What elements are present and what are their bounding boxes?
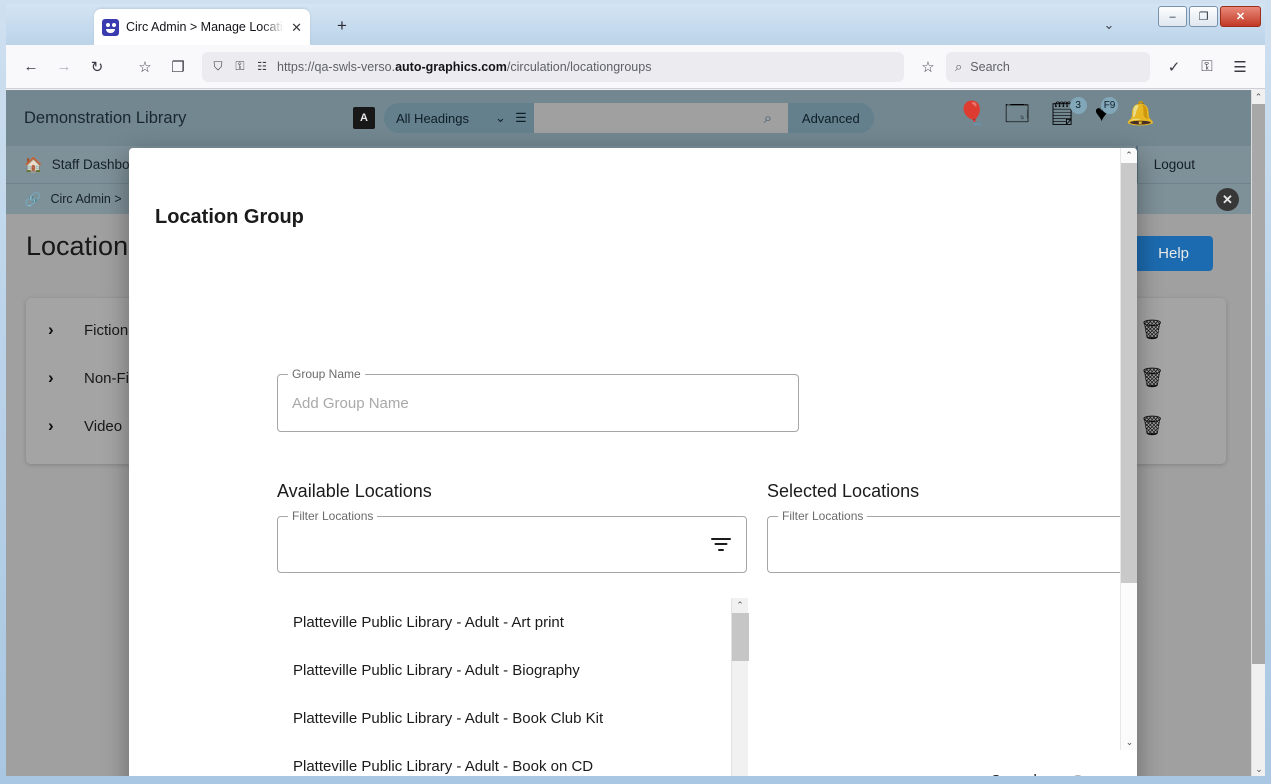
browser-tab[interactable]: Circ Admin > Manage Location ✕ bbox=[94, 9, 310, 45]
search-scope-select[interactable]: All Headings ⌄ bbox=[384, 103, 518, 133]
url-text: https://qa-swls-verso.auto-graphics.com/… bbox=[277, 59, 652, 74]
reload-icon[interactable]: ↻ bbox=[82, 52, 112, 82]
dialog-scrollbar[interactable]: ⌃ ⌄ bbox=[1120, 148, 1137, 750]
back-icon[interactable]: ← bbox=[16, 52, 46, 82]
my-lists-icon[interactable]: 🗒 3 bbox=[1048, 97, 1087, 125]
favorites-icon[interactable]: ♥ F9 bbox=[1095, 97, 1119, 125]
tab-close-icon[interactable]: ✕ bbox=[291, 21, 302, 34]
browser-window: Circ Admin > Manage Location ✕ + ⌄ – ❐ ✕… bbox=[6, 4, 1265, 776]
dialog-footer: Cancel Save bbox=[129, 750, 1137, 777]
available-filter-input[interactable] bbox=[278, 517, 746, 572]
web-content: Demonstration Library A All Headings ⌄ ☰… bbox=[6, 90, 1265, 776]
list-item[interactable]: Platteville Public Library - Adult - Boo… bbox=[277, 694, 749, 742]
group-label: Video bbox=[84, 417, 123, 435]
shield-icon[interactable]: ⛉ bbox=[210, 59, 226, 75]
window-close-button[interactable]: ✕ bbox=[1220, 6, 1261, 27]
browser-search-box[interactable]: ⌕ Search bbox=[946, 51, 1150, 82]
balloon-icon[interactable]: 🎈 bbox=[958, 102, 987, 125]
selected-filter-input[interactable] bbox=[768, 517, 1137, 572]
advanced-search-button[interactable]: Advanced bbox=[787, 103, 874, 133]
favicon-icon bbox=[102, 18, 119, 36]
scroll-up-icon[interactable]: ⌃ bbox=[732, 598, 748, 613]
list-item[interactable]: Platteville Public Library - Adult - Bio… bbox=[277, 646, 749, 694]
location-group-dialog: Location Group Group Name Available Loca… bbox=[129, 148, 1137, 776]
modal-scroll-area: Location Group Group Name Available Loca… bbox=[129, 148, 1137, 776]
tab-list-chevron-down-icon[interactable]: ⌄ bbox=[1098, 17, 1120, 37]
breadcrumb-circ-admin[interactable]: Circ Admin > bbox=[50, 192, 121, 206]
app-header: Demonstration Library A All Headings ⌄ ☰… bbox=[6, 90, 1251, 146]
link-icon: 🔗 bbox=[24, 190, 42, 207]
favorites-badge: F9 bbox=[1100, 97, 1119, 114]
filter-list-icon[interactable] bbox=[710, 537, 732, 552]
my-lists-badge: 3 bbox=[1069, 97, 1087, 114]
search-submit-icon[interactable]: ⌕ bbox=[747, 103, 788, 133]
header-icon-group: 🎈 🗔 🗒 3 ♥ F9 🔔 bbox=[958, 97, 1155, 125]
dialog-scroll-thumb[interactable] bbox=[1121, 163, 1137, 583]
expand-chevron-icon[interactable]: › bbox=[48, 320, 84, 340]
url-bar[interactable]: ⛉ ⚿ ☷ https://qa-swls-verso.auto-graphic… bbox=[202, 51, 904, 82]
page-scrollbar[interactable]: ⌃ ⌄ bbox=[1251, 90, 1265, 776]
forward-icon[interactable]: → bbox=[49, 52, 79, 82]
window-minimize-button[interactable]: – bbox=[1158, 6, 1187, 27]
group-name-field[interactable]: Group Name bbox=[277, 367, 799, 432]
pocket-icon[interactable]: ✓ bbox=[1159, 52, 1189, 82]
selected-filter-field[interactable]: Filter Locations bbox=[767, 509, 1137, 573]
window-maximize-button[interactable]: ❐ bbox=[1189, 6, 1218, 27]
delete-icon[interactable]: 🗑 bbox=[1140, 366, 1164, 390]
translate-icon[interactable]: A bbox=[353, 107, 375, 129]
dialog-title: Location Group bbox=[155, 206, 304, 228]
url-bookmark-icon[interactable]: ☆ bbox=[913, 52, 943, 82]
search-box-group: All Headings ⌄ ☰ ⌕ Advanced bbox=[384, 103, 874, 133]
new-tab-button[interactable]: + bbox=[331, 16, 353, 38]
search-inside-icon[interactable]: 🗔 bbox=[1005, 102, 1030, 125]
bookmark-star-icon[interactable]: ☆ bbox=[130, 52, 160, 82]
browser-toolbar: ← → ↻ ☆ ❐ ⛉ ⚿ ☷ https://qa-swls-verso.au… bbox=[6, 45, 1265, 89]
lock-icon[interactable]: ⚿ bbox=[233, 59, 247, 75]
app-menu-icon[interactable]: ☰ bbox=[1225, 52, 1255, 82]
available-filter-field[interactable]: Filter Locations bbox=[277, 509, 747, 573]
available-locations-title: Available Locations bbox=[277, 481, 432, 501]
delete-icon[interactable]: 🗑 bbox=[1140, 414, 1164, 438]
logout-link[interactable]: Logout bbox=[1154, 157, 1195, 172]
library-name: Demonstration Library bbox=[24, 108, 187, 127]
delete-icon[interactable]: 🗑 bbox=[1140, 318, 1164, 342]
search-icon: ⌕ bbox=[955, 58, 963, 74]
catalog-search-input[interactable] bbox=[533, 103, 748, 133]
database-icon[interactable]: ☰ bbox=[515, 110, 534, 126]
search-scope-value: All Headings bbox=[396, 110, 469, 126]
help-button[interactable]: Help bbox=[1134, 236, 1213, 271]
notifications-icon[interactable]: 🔔 bbox=[1126, 102, 1155, 125]
close-icon[interactable]: ✕ bbox=[1216, 188, 1239, 211]
tab-strip: Circ Admin > Manage Location ✕ + ⌄ – ❐ ✕ bbox=[6, 4, 1265, 45]
catalog-search-bar: A All Headings ⌄ ☰ ⌕ Advanced bbox=[353, 103, 874, 133]
available-list-scroll-thumb[interactable] bbox=[732, 613, 749, 661]
group-label: Non-Fi bbox=[84, 369, 130, 387]
logout-wrapper: Logout bbox=[1135, 146, 1195, 183]
window-frame: Circ Admin > Manage Location ✕ + ⌄ – ❐ ✕… bbox=[0, 0, 1271, 784]
group-label: Fiction bbox=[84, 321, 129, 339]
scroll-down-icon[interactable]: ⌄ bbox=[1121, 735, 1137, 750]
scroll-down-icon[interactable]: ⌄ bbox=[1252, 762, 1265, 776]
expand-chevron-icon[interactable]: › bbox=[48, 416, 84, 436]
list-item[interactable]: Platteville Public Library - Adult - Art… bbox=[277, 598, 749, 646]
selected-locations-title: Selected Locations bbox=[767, 481, 920, 501]
scroll-up-icon[interactable]: ⌃ bbox=[1252, 90, 1265, 104]
chevron-down-icon: ⌄ bbox=[495, 110, 506, 125]
account-icon[interactable]: ⚿ bbox=[1192, 52, 1222, 82]
save-button: Save bbox=[1073, 772, 1107, 777]
save-to-pocket-icon[interactable]: ❐ bbox=[163, 52, 193, 82]
page-title: Location bbox=[26, 231, 129, 261]
cancel-button[interactable]: Cancel bbox=[990, 772, 1037, 777]
expand-chevron-icon[interactable]: › bbox=[48, 368, 84, 388]
home-icon[interactable]: 🏠 bbox=[24, 156, 43, 174]
search-placeholder: Search bbox=[970, 59, 1010, 74]
scroll-up-icon[interactable]: ⌃ bbox=[1121, 148, 1137, 163]
group-name-input[interactable] bbox=[278, 375, 798, 431]
page-scroll-thumb[interactable] bbox=[1252, 104, 1265, 664]
permissions-icon[interactable]: ☷ bbox=[254, 59, 270, 75]
tab-title: Circ Admin > Manage Location bbox=[126, 20, 285, 34]
